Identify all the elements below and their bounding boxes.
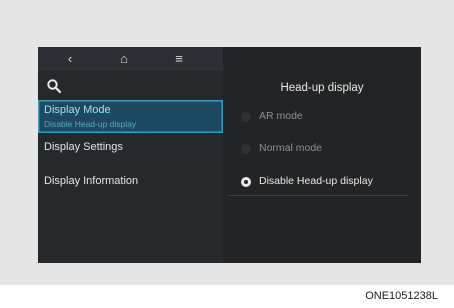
back-icon[interactable]: ‹ [58, 49, 82, 69]
infotainment-screen: ‹ ⌂ ≡ Display Mode Disable Head-up displ… [38, 47, 421, 263]
home-icon[interactable]: ⌂ [112, 49, 136, 69]
radio-icon [241, 112, 251, 122]
option-label: Disable Head-up display [259, 175, 373, 187]
figure-caption: ONE1051238L [365, 290, 438, 302]
sidebar: ‹ ⌂ ≡ Display Mode Disable Head-up displ… [38, 47, 223, 263]
option-normal-mode[interactable]: Normal mode [229, 138, 409, 162]
sidebar-item-sublabel: Disable Head-up display [44, 119, 137, 129]
radio-icon [241, 144, 251, 154]
sidebar-item-display-information[interactable]: Display Information [38, 175, 223, 193]
sidebar-item-display-settings[interactable]: Display Settings [38, 141, 223, 159]
sidebar-item-label: Display Settings [44, 141, 123, 153]
option-ar-mode[interactable]: AR mode [229, 106, 409, 130]
sidebar-item-label: Display Information [44, 175, 139, 187]
radio-selected-icon [241, 177, 251, 187]
sidebar-item-label: Display Mode [44, 104, 111, 116]
figure-background: ‹ ⌂ ≡ Display Mode Disable Head-up displ… [0, 0, 454, 285]
panel-title: Head-up display [280, 82, 364, 94]
search-icon[interactable] [46, 78, 62, 94]
menu-icon[interactable]: ≡ [167, 49, 191, 69]
option-label: Normal mode [259, 142, 323, 154]
settings-panel: Head-up display AR mode Normal mode Disa… [223, 47, 421, 263]
option-disable-hud[interactable]: Disable Head-up display [229, 171, 409, 196]
top-nav-bar: ‹ ⌂ ≡ [38, 47, 223, 71]
option-label: AR mode [259, 110, 303, 122]
sidebar-item-display-mode[interactable]: Display Mode Disable Head-up display [38, 100, 223, 133]
